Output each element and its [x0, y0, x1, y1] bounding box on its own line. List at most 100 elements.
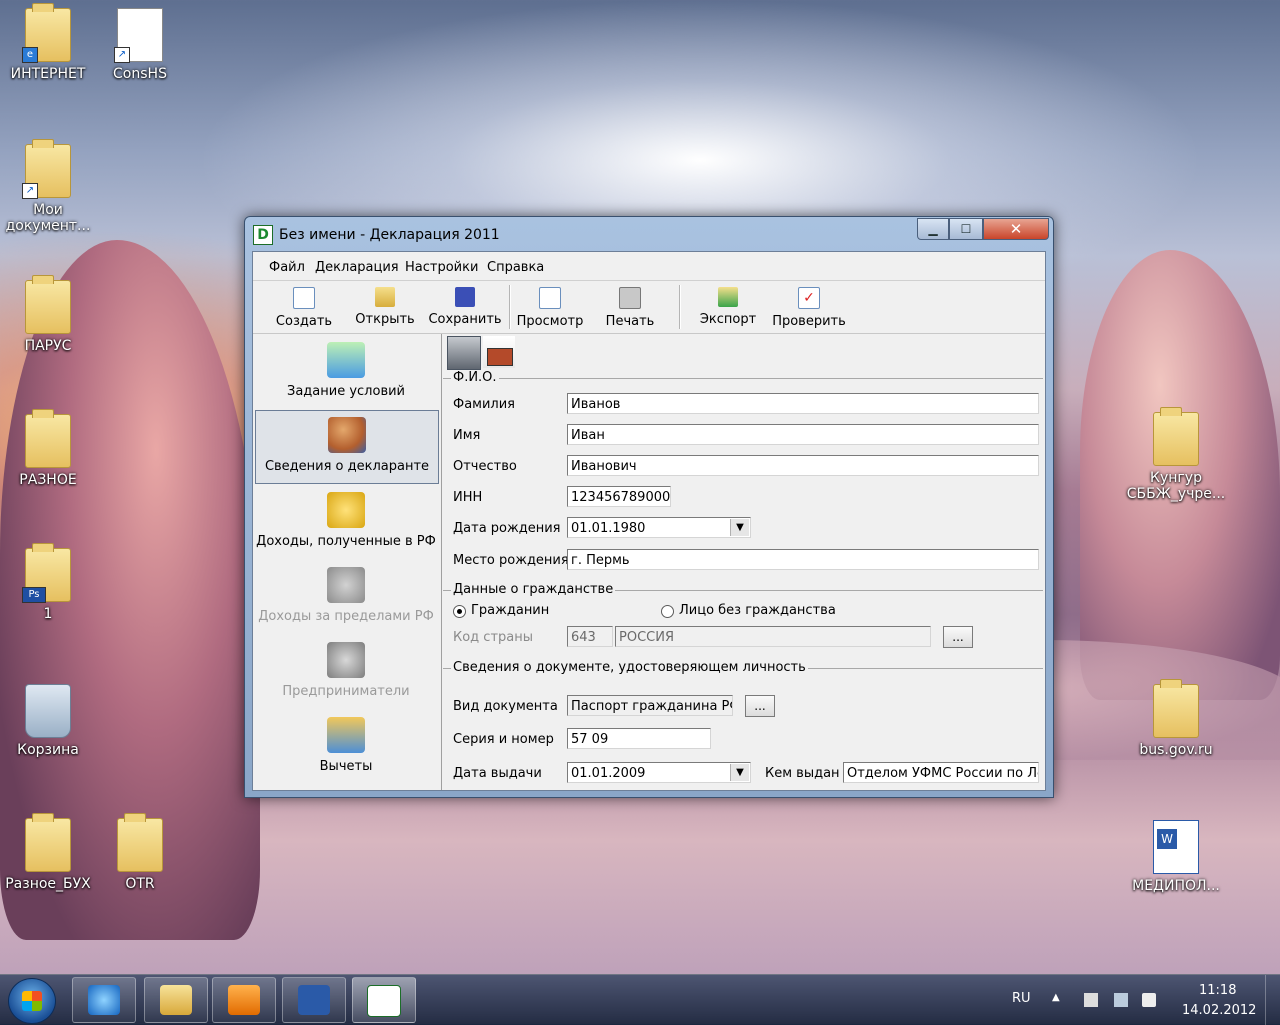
- name-field[interactable]: Иван: [567, 424, 1039, 445]
- stateless-radio[interactable]: [661, 605, 674, 618]
- inn-field[interactable]: 123456789000: [567, 486, 671, 507]
- businessman-icon: [327, 642, 365, 678]
- country-name-field: РОССИЯ: [615, 626, 931, 647]
- desktop-icon-kungur[interactable]: Кунгур СББЖ_учре...: [1126, 407, 1226, 502]
- birthdate-value: 01.01.1980: [571, 521, 646, 536]
- country-select-button[interactable]: ...: [943, 626, 973, 648]
- open-button[interactable]: Открыть: [349, 285, 421, 331]
- taskbar-declaration[interactable]: [352, 977, 416, 1023]
- desktop-icon-conshs[interactable]: ↗ ConsHS: [92, 8, 188, 82]
- word-icon: [298, 985, 330, 1015]
- nav-deductions[interactable]: Вычеты: [255, 711, 437, 783]
- fio-group: Ф.И.О. Фамилия Иванов Имя Иван Отчество …: [443, 370, 1043, 583]
- checkmark-document-icon: ✓: [798, 287, 820, 309]
- toolbar-separator: [509, 285, 511, 329]
- folder-icon: [25, 409, 71, 468]
- preview-button[interactable]: Просмотр: [515, 285, 585, 331]
- menu-declaration[interactable]: Декларация: [315, 260, 399, 275]
- money-bag-icon: [327, 567, 365, 603]
- desktop-icon-my-documents[interactable]: ↗ Мои документ...: [0, 139, 96, 234]
- tab-house-icon[interactable]: [483, 336, 515, 368]
- start-button[interactable]: [8, 978, 56, 1024]
- scales-calculator-icon: [327, 717, 365, 753]
- window-client: Файл Декларация Настройки Справка Создат…: [252, 251, 1046, 791]
- shortcut-app-icon: ↗: [114, 8, 163, 63]
- export-button[interactable]: Экспорт: [693, 285, 763, 331]
- window-title: Без имени - Декларация 2011: [279, 227, 500, 243]
- series-field[interactable]: 57 09: [567, 728, 711, 749]
- document-group-title: Сведения о документе, удостоверяющем лич…: [451, 660, 808, 675]
- folder-icon: [25, 275, 71, 334]
- person-documents-icon: [328, 417, 366, 453]
- app-logo-icon: D: [253, 225, 273, 245]
- create-button[interactable]: Создать: [269, 285, 339, 331]
- action-center-flag-icon[interactable]: [1084, 993, 1098, 1007]
- folder-icon: [160, 985, 192, 1015]
- issued-by-field[interactable]: Отделом УФМС России по Ле: [843, 762, 1039, 783]
- dropdown-arrow-icon[interactable]: ▼: [730, 764, 749, 781]
- nav-declarant-info[interactable]: Сведения о декларанте: [255, 410, 439, 484]
- taskbar-word[interactable]: [282, 977, 346, 1023]
- save-button[interactable]: Сохранить: [427, 285, 503, 331]
- desktop-icon-1[interactable]: Ps 1: [0, 543, 96, 622]
- maximize-button[interactable]: ☐: [949, 218, 983, 240]
- clock-date[interactable]: 14.02.2012: [1182, 1003, 1256, 1018]
- desktop-icon-recycle-bin[interactable]: Корзина: [0, 684, 96, 758]
- toolbar-separator: [679, 285, 681, 329]
- desktop-icon-otr[interactable]: OTR: [92, 813, 188, 892]
- internet-explorer-icon: [88, 985, 120, 1015]
- desktop-icon-raznoe[interactable]: РАЗНОЕ: [0, 409, 96, 488]
- doc-type-select-button[interactable]: ...: [745, 695, 775, 717]
- menu-help[interactable]: Справка: [487, 260, 544, 275]
- desktop-icon-internet[interactable]: e ИНТЕРНЕТ: [0, 3, 96, 82]
- citizen-radio[interactable]: [453, 605, 466, 618]
- desktop-icon-raznoe-buh[interactable]: Разное_БУХ: [0, 813, 96, 892]
- form-area: Ф.И.О. Фамилия Иванов Имя Иван Отчество …: [443, 334, 1043, 790]
- surname-field[interactable]: Иванов: [567, 393, 1039, 414]
- taskbar-ie[interactable]: [72, 977, 136, 1023]
- open-folder-icon: [375, 287, 395, 307]
- issue-date-value: 01.01.2009: [571, 766, 646, 781]
- issue-date-picker[interactable]: 01.01.2009 ▼: [567, 762, 751, 783]
- toolbar: Создать Открыть Сохранить Просмотр Печат…: [253, 281, 1045, 334]
- patronymic-field[interactable]: Иванович: [567, 455, 1039, 476]
- issued-by-label: Кем выдан: [765, 766, 840, 781]
- close-button[interactable]: ✕: [983, 218, 1049, 240]
- clock-time[interactable]: 11:18: [1199, 983, 1236, 998]
- language-indicator[interactable]: RU: [1012, 991, 1031, 1006]
- menu-file[interactable]: Файл: [269, 260, 305, 275]
- desktop-icon-parus[interactable]: ПАРУС: [0, 275, 96, 354]
- word-document-icon: W: [1153, 820, 1199, 874]
- birthdate-picker[interactable]: 01.01.1980 ▼: [567, 517, 751, 538]
- nav-income-abroad[interactable]: Доходы за пределами РФ: [255, 561, 437, 633]
- print-button[interactable]: Печать: [597, 285, 663, 331]
- citizenship-group: Данные о гражданстве Гражданин Лицо без …: [443, 582, 1043, 663]
- desktop-icon-bus-gov[interactable]: bus.gov.ru: [1126, 679, 1226, 758]
- window-titlebar[interactable]: D Без имени - Декларация 2011 ▁ ☐ ✕: [245, 217, 1053, 251]
- printer-icon: [619, 287, 641, 309]
- recycle-bin-icon: [25, 684, 71, 738]
- minimize-button[interactable]: ▁: [917, 218, 949, 240]
- tray-expand-icon[interactable]: ▲: [1052, 992, 1060, 1003]
- save-disk-icon: [455, 287, 475, 307]
- issue-date-label: Дата выдачи: [453, 766, 542, 781]
- declaration-app-icon: [367, 985, 401, 1017]
- show-desktop-button[interactable]: [1265, 975, 1280, 1025]
- menu-settings[interactable]: Настройки: [405, 260, 478, 275]
- volume-icon[interactable]: [1142, 993, 1156, 1007]
- folder-icon: [1153, 407, 1199, 466]
- desktop-icon-medipol[interactable]: W МЕДИПОЛ...: [1126, 820, 1226, 894]
- preview-magnifier-icon: [539, 287, 561, 309]
- taskbar-explorer[interactable]: [144, 977, 208, 1023]
- media-player-icon: [228, 985, 260, 1015]
- tab-building-icon[interactable]: [447, 336, 481, 370]
- nav-income-rf[interactable]: Доходы, полученные в РФ: [255, 486, 437, 558]
- birthdate-label: Дата рождения: [453, 521, 561, 536]
- check-button[interactable]: ✓ Проверить: [769, 285, 849, 331]
- dropdown-arrow-icon[interactable]: ▼: [730, 519, 749, 536]
- nav-entrepreneurs[interactable]: Предприниматели: [255, 636, 437, 708]
- taskbar-media-player[interactable]: [212, 977, 276, 1023]
- birthplace-field[interactable]: г. Пермь: [567, 549, 1039, 570]
- nav-conditions[interactable]: Задание условий: [255, 336, 437, 408]
- network-icon[interactable]: [1114, 993, 1128, 1007]
